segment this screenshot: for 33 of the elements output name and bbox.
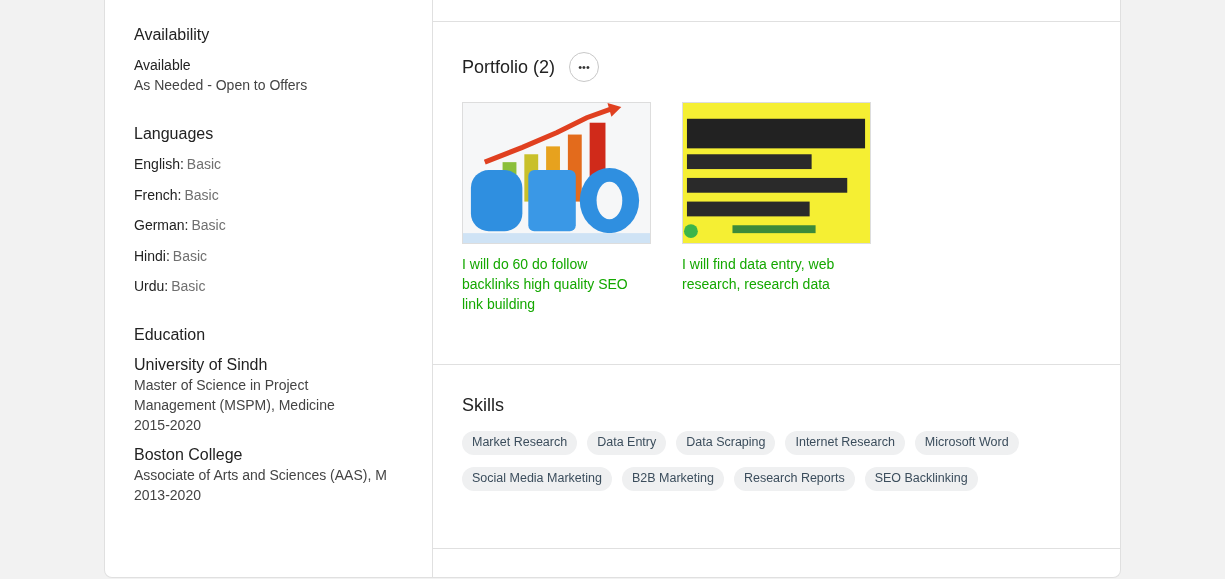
skill-tag[interactable]: Social Media Marketing xyxy=(462,467,612,491)
availability-status: Available xyxy=(134,56,192,75)
language-name: Hindi: xyxy=(134,247,170,264)
language-name: French: xyxy=(134,186,182,203)
education-years: 2015-2020 xyxy=(134,416,202,435)
skill-tag[interactable]: Data Scraping xyxy=(676,431,776,455)
language-level: Basic xyxy=(171,278,206,294)
section-heading: Education xyxy=(134,326,207,344)
language-name: German: xyxy=(134,217,189,233)
skill-tag[interactable]: Internet Research xyxy=(785,431,905,455)
degree-text: Associate of Arts and Sciences (AAS), M xyxy=(134,466,388,485)
degree-text: Master of Science in Project Management (MSPM), Medicine xyxy=(134,376,336,415)
language-level: Basic xyxy=(184,186,219,203)
availability-detail: As Needed - Open to Offers xyxy=(134,76,309,95)
language-level: Basic xyxy=(172,247,208,264)
skill-tag[interactable]: Market Research xyxy=(462,431,578,455)
language-name: Urdu: xyxy=(134,278,169,294)
language-level: Basic xyxy=(186,156,222,172)
skill-tag[interactable]: Research Reports xyxy=(733,467,855,491)
skill-tag[interactable]: B2B Marketing xyxy=(621,467,724,491)
more-button[interactable]: ••• xyxy=(569,52,600,82)
education-years: 2013-2020 xyxy=(134,486,202,505)
language-level: Basic xyxy=(191,217,226,233)
section-heading: Portfolio (2) xyxy=(462,56,556,78)
skill-tag[interactable]: Microsoft Word xyxy=(914,431,1019,455)
school-name: University of Sindh xyxy=(134,355,269,375)
section-heading: Skills xyxy=(462,395,505,416)
language-name: English: xyxy=(134,156,184,172)
section-heading: Languages xyxy=(134,125,215,143)
school-name: Boston College xyxy=(134,445,244,465)
skill-tag[interactable]: Data Entry xyxy=(587,431,667,455)
section-heading: Availability xyxy=(134,26,211,44)
skill-tag[interactable]: SEO Backlinking xyxy=(864,467,978,491)
